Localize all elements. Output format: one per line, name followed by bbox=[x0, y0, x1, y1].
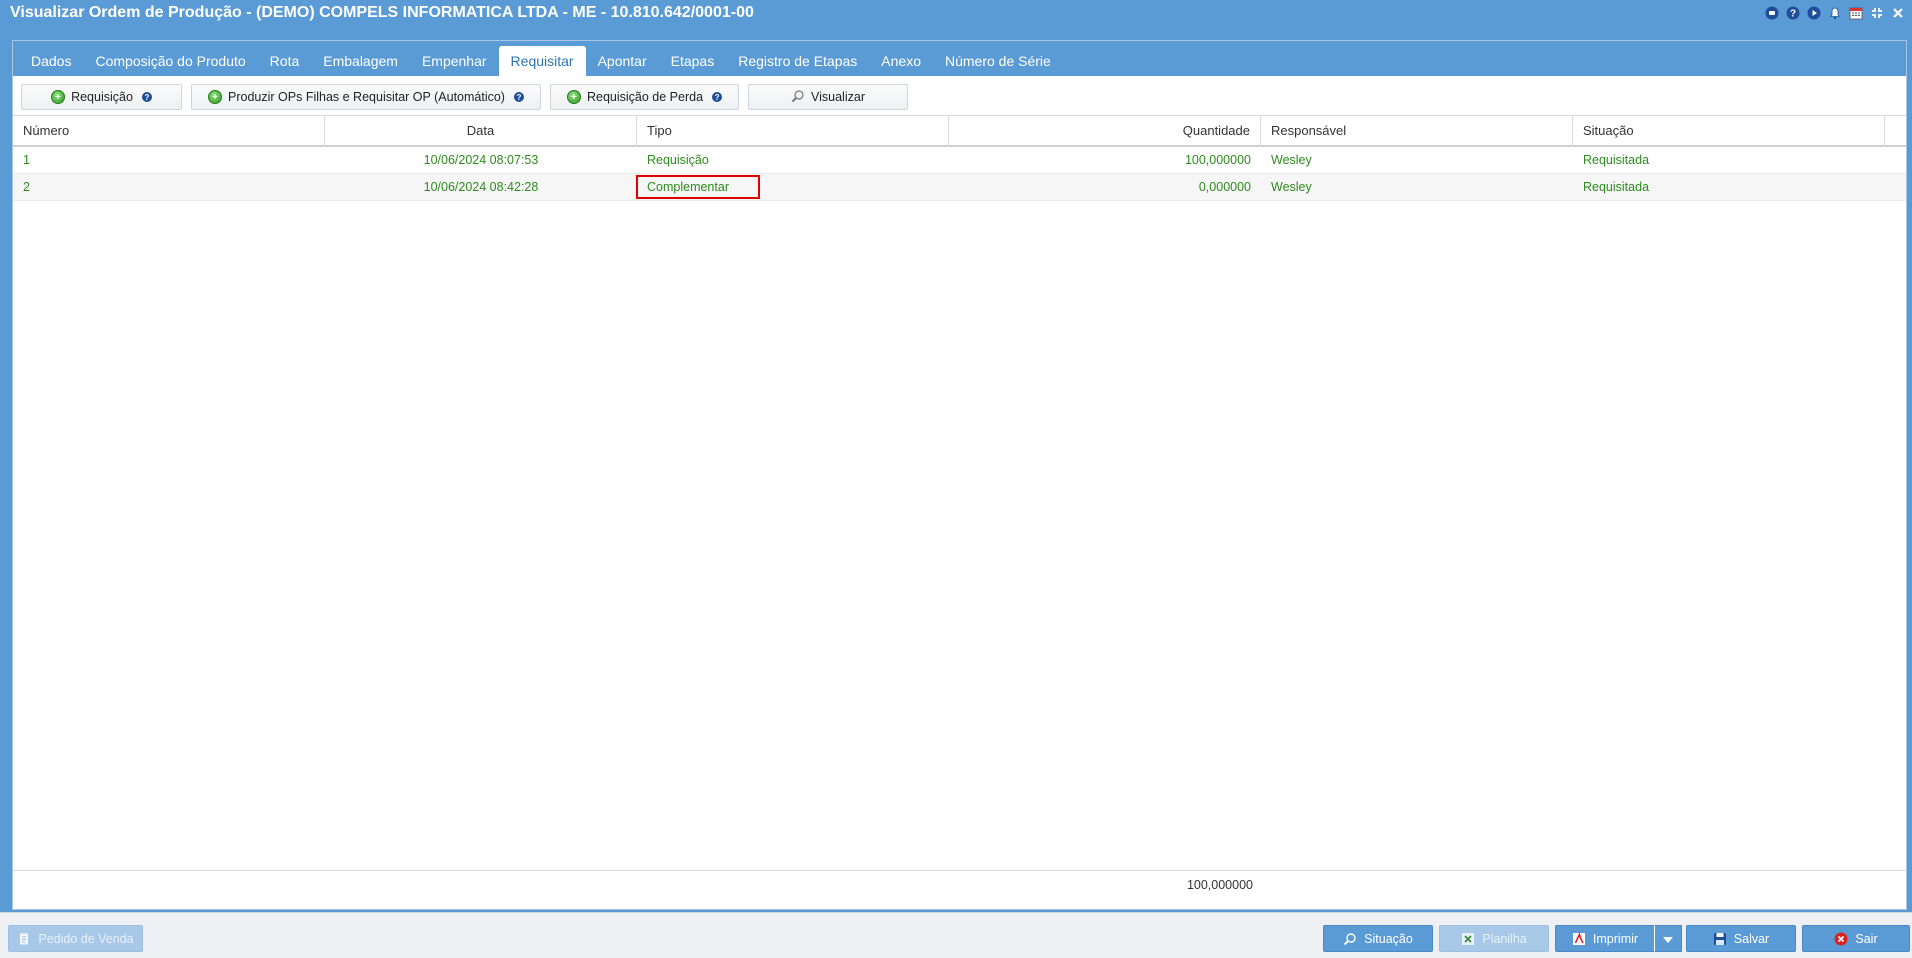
visualizar-label: Visualizar bbox=[811, 90, 865, 104]
cell-tipo: Requisição bbox=[647, 153, 709, 167]
situacao-label: Situação bbox=[1364, 931, 1413, 946]
toolbar: + Requisição ? + Produzir OPs Filhas e R… bbox=[21, 84, 908, 110]
svg-text:?: ? bbox=[1790, 9, 1796, 20]
cell-numero: 2 bbox=[23, 180, 30, 194]
tab-empenhar[interactable]: Empenhar bbox=[410, 46, 499, 76]
cell-quantidade: 0,000000 bbox=[1198, 180, 1251, 194]
pedido-de-venda-label: Pedido de Venda bbox=[38, 931, 134, 946]
exit-icon bbox=[1834, 932, 1848, 946]
col-header-data[interactable]: Data bbox=[325, 116, 637, 146]
magnifier-icon bbox=[791, 89, 805, 106]
pedido-de-venda-button[interactable]: Pedido de Venda bbox=[8, 925, 143, 952]
add-icon: + bbox=[208, 90, 223, 104]
magnifier-icon bbox=[1343, 932, 1357, 946]
add-icon: + bbox=[51, 90, 66, 104]
planilha-label: Planilha bbox=[1482, 931, 1527, 946]
requisicoes-grid: Número Data Tipo Quantidade Responsável … bbox=[13, 115, 1906, 867]
highlight-box bbox=[636, 175, 760, 199]
col-header-situacao[interactable]: Situação bbox=[1573, 116, 1885, 146]
salvar-label: Salvar bbox=[1733, 931, 1770, 946]
sair-label: Sair bbox=[1855, 931, 1878, 946]
col-header-numero[interactable]: Número bbox=[13, 116, 325, 146]
tab-bar: Dados Composição do Produto Rota Embalag… bbox=[13, 41, 1906, 76]
document-icon bbox=[17, 932, 31, 946]
tab-numero-de-serie[interactable]: Número de Série bbox=[933, 46, 1063, 76]
close-icon[interactable] bbox=[1890, 5, 1906, 21]
help-icon[interactable]: ? bbox=[712, 92, 723, 102]
total-quantidade: 100,000000 bbox=[1186, 878, 1253, 892]
grid-footer: 100,000000 bbox=[13, 870, 1906, 898]
cell-situacao: Requisitada bbox=[1583, 153, 1650, 167]
requisicao-de-perda-button[interactable]: + Requisição de Perda ? bbox=[550, 84, 739, 110]
cell-data: 10/06/2024 08:07:53 bbox=[423, 153, 539, 167]
sair-button[interactable]: Sair bbox=[1802, 925, 1910, 952]
help-icon[interactable]: ? bbox=[1785, 5, 1801, 21]
requisicao-label: Requisição bbox=[71, 90, 133, 104]
tab-requisitar[interactable]: Requisitar bbox=[498, 46, 586, 76]
caret-down-icon bbox=[1663, 931, 1673, 946]
grid-header: Número Data Tipo Quantidade Responsável … bbox=[13, 115, 1906, 147]
col-header-tipo[interactable]: Tipo bbox=[637, 116, 949, 146]
produzir-label: Produzir OPs Filhas e Requisitar OP (Aut… bbox=[228, 90, 505, 104]
cell-numero: 1 bbox=[23, 153, 30, 167]
situacao-button[interactable]: Situação bbox=[1323, 925, 1433, 952]
salvar-button[interactable]: Salvar bbox=[1686, 925, 1796, 952]
tab-apontar[interactable]: Apontar bbox=[586, 46, 659, 76]
tab-anexo[interactable]: Anexo bbox=[869, 46, 933, 76]
help-icon[interactable]: ? bbox=[513, 92, 524, 102]
spreadsheet-icon bbox=[1461, 932, 1475, 946]
requisicao-button[interactable]: + Requisição ? bbox=[21, 84, 182, 110]
pdf-icon bbox=[1572, 931, 1586, 946]
cell-situacao: Requisitada bbox=[1583, 180, 1650, 194]
bottom-bar: Pedido de Venda Situação Planilha Imprim… bbox=[0, 912, 1912, 958]
imprimir-button[interactable]: Imprimir bbox=[1555, 925, 1655, 952]
help-icon[interactable]: ? bbox=[141, 92, 152, 102]
tab-etapas[interactable]: Etapas bbox=[659, 46, 727, 76]
table-row[interactable]: 2 10/06/2024 08:42:28 Complementar 0,000… bbox=[13, 174, 1906, 201]
cell-quantidade: 100,000000 bbox=[1184, 153, 1251, 167]
visualizar-button[interactable]: Visualizar bbox=[748, 84, 908, 110]
calendar-icon[interactable] bbox=[1848, 5, 1864, 21]
tab-rota[interactable]: Rota bbox=[258, 46, 312, 76]
imprimir-label: Imprimir bbox=[1592, 931, 1639, 946]
floppy-icon bbox=[1713, 932, 1727, 946]
title-icons: ? bbox=[1764, 5, 1906, 21]
tab-composicao-do-produto[interactable]: Composição do Produto bbox=[83, 46, 257, 76]
tab-dados[interactable]: Dados bbox=[19, 46, 83, 76]
imprimir-dropdown-toggle[interactable] bbox=[1654, 925, 1682, 952]
col-header-quantidade[interactable]: Quantidade bbox=[949, 116, 1261, 146]
col-header-responsavel[interactable]: Responsável bbox=[1261, 116, 1573, 146]
tab-embalagem[interactable]: Embalagem bbox=[311, 46, 410, 76]
window-titlebar: Visualizar Ordem de Produção - (DEMO) CO… bbox=[0, 0, 1912, 27]
cell-data: 10/06/2024 08:42:28 bbox=[423, 180, 539, 194]
bell-icon[interactable] bbox=[1827, 5, 1843, 21]
add-icon: + bbox=[566, 90, 581, 104]
window-title: Visualizar Ordem de Produção - (DEMO) CO… bbox=[10, 4, 754, 21]
perda-label: Requisição de Perda bbox=[586, 90, 704, 104]
table-row[interactable]: 1 10/06/2024 08:07:53 Requisição 100,000… bbox=[13, 147, 1906, 174]
play-icon[interactable] bbox=[1806, 5, 1822, 21]
planilha-button[interactable]: Planilha bbox=[1439, 925, 1549, 952]
tab-registro-de-etapas[interactable]: Registro de Etapas bbox=[726, 46, 869, 76]
chat-icon[interactable] bbox=[1764, 5, 1780, 21]
collapse-icon[interactable] bbox=[1869, 5, 1885, 21]
cell-responsavel: Wesley bbox=[1271, 180, 1312, 194]
produzir-ops-button[interactable]: + Produzir OPs Filhas e Requisitar OP (A… bbox=[191, 84, 541, 110]
cell-responsavel: Wesley bbox=[1271, 153, 1312, 167]
main-frame: Dados Composição do Produto Rota Embalag… bbox=[12, 40, 1907, 910]
